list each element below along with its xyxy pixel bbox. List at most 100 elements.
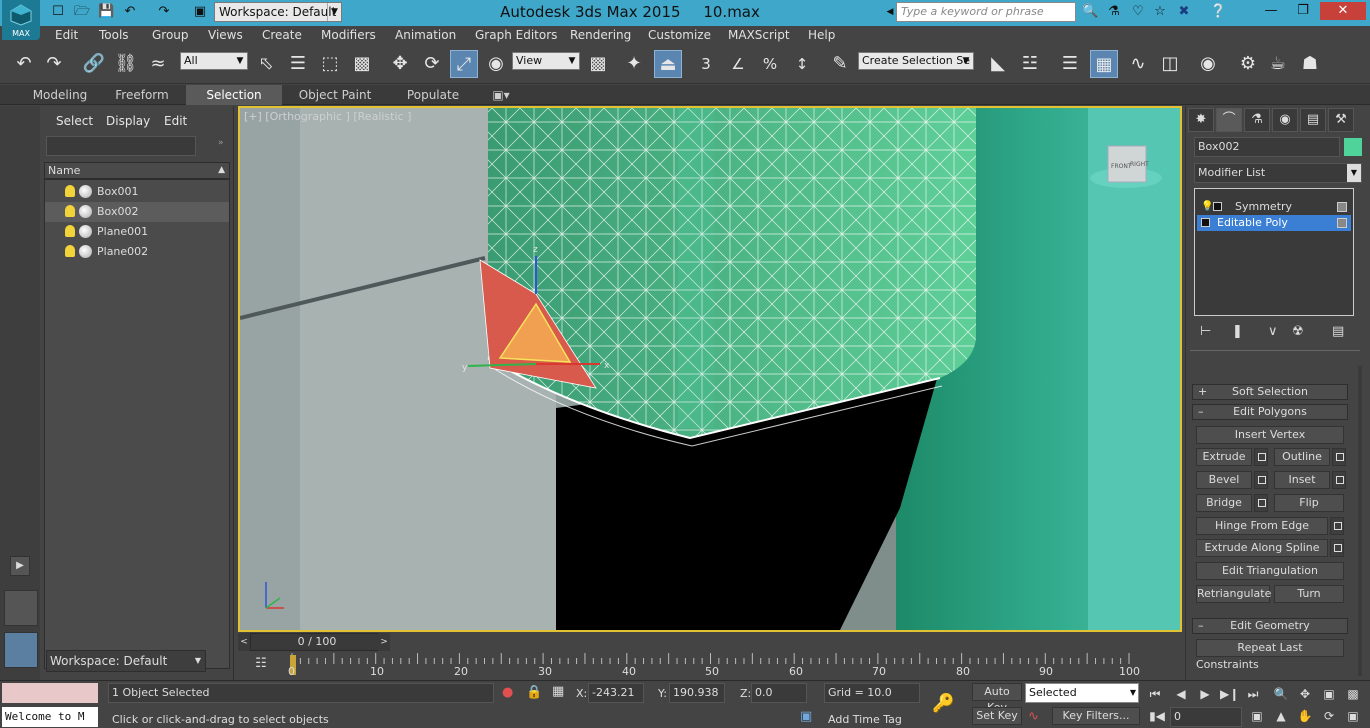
minimize-button[interactable]: — <box>1256 2 1286 20</box>
spinner-snap-icon[interactable]: ↕ <box>788 50 816 78</box>
render-setup-icon[interactable]: ⚙ <box>1234 50 1262 78</box>
pin-stack-icon[interactable]: ⊢ <box>1200 324 1211 339</box>
explorer-search-input[interactable] <box>46 136 196 156</box>
select-and-place-icon[interactable]: ◉ <box>482 50 510 78</box>
menu-modifiers[interactable]: Modifiers <box>321 26 376 44</box>
stack-item-toggle[interactable] <box>1337 218 1347 228</box>
time-next-icon[interactable]: > <box>378 633 390 651</box>
redo-icon[interactable]: ↷ <box>156 4 172 20</box>
extrude-spline-settings-icon[interactable] <box>1330 539 1344 557</box>
orbit-icon[interactable]: ⟳ <box>1320 707 1338 725</box>
light-bulb-icon[interactable] <box>65 205 75 217</box>
list-item[interactable]: Box002 <box>45 202 229 222</box>
list-item[interactable]: Box001 <box>45 182 229 202</box>
maxscript-listener-output[interactable]: Welcome to M <box>2 707 98 727</box>
bind-to-space-warp-icon[interactable]: ≈ <box>144 50 172 78</box>
object-name-field[interactable]: Box002 <box>1194 137 1340 157</box>
isolate-selection-icon[interactable]: ● <box>502 685 513 700</box>
make-unique-icon[interactable]: ∨ <box>1268 324 1278 339</box>
create-tab-icon[interactable]: ✸ <box>1188 108 1214 132</box>
maximize-viewport-icon[interactable]: ▣ <box>1344 707 1362 725</box>
pan-view-icon[interactable]: ✋ <box>1296 707 1314 725</box>
stack-item-symmetry[interactable]: 💡 Symmetry <box>1197 199 1351 215</box>
exchange-icon[interactable]: ✖ <box>1176 4 1192 20</box>
bridge-button[interactable]: Bridge <box>1196 494 1252 512</box>
ribbon-options-icon[interactable]: ▣▾ <box>486 85 516 105</box>
stack-item-toggle[interactable] <box>1337 202 1347 212</box>
favorites-star-icon[interactable]: ☆ <box>1152 4 1168 20</box>
schematic-view-icon[interactable]: ◫ <box>1156 50 1184 78</box>
menu-edit[interactable]: Edit <box>55 26 78 44</box>
time-tag-icon[interactable]: ▣ <box>800 709 812 724</box>
zoom-all-icon[interactable]: ✥ <box>1296 685 1314 703</box>
select-and-scale-icon[interactable]: ⤢ <box>450 50 478 78</box>
tab-freeform[interactable]: Freeform <box>106 85 178 105</box>
visibility-icon[interactable] <box>79 245 92 258</box>
unlink-selection-icon[interactable]: ⛓ <box>112 50 140 78</box>
percent-snap-icon[interactable]: % <box>756 50 784 78</box>
play-icon[interactable]: ▶ <box>1196 685 1214 703</box>
visibility-icon[interactable] <box>79 225 92 238</box>
active-viewport-icon[interactable] <box>4 632 38 668</box>
bevel-settings-icon[interactable] <box>1254 471 1268 489</box>
viewport-label[interactable]: [+] [Orthographic ] [Realistic ] <box>244 110 411 123</box>
light-bulb-icon[interactable]: 💡 <box>1201 199 1213 215</box>
select-and-move-icon[interactable]: ✥ <box>386 50 414 78</box>
select-by-name-icon[interactable]: ☰ <box>284 50 312 78</box>
explorer-workspace-dropdown[interactable]: Workspace: Default ▼ <box>46 650 206 672</box>
select-and-link-icon[interactable]: 🔗 <box>80 50 108 78</box>
named-selection-sets-dropdown[interactable]: Create Selection Se ▼ <box>858 52 974 70</box>
curve-editor-icon[interactable]: ∿ <box>1124 50 1152 78</box>
rollout-soft-selection[interactable]: + Soft Selection <box>1192 384 1348 400</box>
material-editor-icon[interactable]: ◉ <box>1194 50 1222 78</box>
menu-create[interactable]: Create <box>262 26 302 44</box>
modify-tab-icon[interactable]: ⌒ <box>1216 108 1242 132</box>
view-cube[interactable] <box>1086 138 1166 194</box>
inset-button[interactable]: Inset <box>1274 471 1330 489</box>
mirror-icon[interactable]: ◣ <box>984 50 1012 78</box>
flip-button[interactable]: Flip <box>1274 494 1344 512</box>
list-item[interactable]: Plane001 <box>45 222 229 242</box>
visibility-icon[interactable] <box>79 205 92 218</box>
tab-selection[interactable]: Selection <box>186 85 282 105</box>
select-and-rotate-icon[interactable]: ⟳ <box>418 50 446 78</box>
light-bulb-icon[interactable] <box>65 185 75 197</box>
light-bulb-icon[interactable] <box>65 245 75 257</box>
hierarchy-tab-icon[interactable]: ⚗ <box>1244 108 1270 132</box>
hinge-from-edge-button[interactable]: Hinge From Edge <box>1196 517 1328 535</box>
select-object-icon[interactable]: ⬁ <box>252 50 280 78</box>
menu-views[interactable]: Views <box>208 26 243 44</box>
scrollbar[interactable] <box>1358 366 1362 676</box>
repeat-last-button[interactable]: Repeat Last <box>1196 639 1344 657</box>
extrude-settings-icon[interactable] <box>1254 448 1268 466</box>
bevel-button[interactable]: Bevel <box>1196 471 1252 489</box>
menu-group[interactable]: Group <box>152 26 189 44</box>
hinge-settings-icon[interactable] <box>1330 517 1344 535</box>
close-button[interactable]: ✕ <box>1320 2 1366 20</box>
time-prev-icon[interactable]: < <box>238 633 250 651</box>
show-end-result-icon[interactable]: ❚ <box>1232 324 1243 339</box>
align-icon[interactable]: ☳ <box>1016 50 1044 78</box>
selection-lock-icon[interactable]: 🔒 <box>526 685 542 700</box>
maximize-button[interactable]: ❐ <box>1288 2 1318 20</box>
keyboard-shortcut-override-icon[interactable]: ⏏ <box>654 50 682 78</box>
turn-button[interactable]: Turn <box>1274 585 1344 603</box>
auto-key-button[interactable]: Auto Key <box>972 683 1022 714</box>
display-tab-icon[interactable]: ▤ <box>1300 108 1326 132</box>
outline-settings-icon[interactable] <box>1332 448 1346 466</box>
angle-snap-icon[interactable]: ∠ <box>724 50 752 78</box>
manipulate-icon[interactable]: ✦ <box>620 50 648 78</box>
menu-rendering[interactable]: Rendering <box>570 26 631 44</box>
absolute-mode-icon[interactable]: ▦ <box>552 684 564 699</box>
z-coordinate-field[interactable]: 0.0 <box>751 683 807 703</box>
menu-customize[interactable]: Customize <box>648 26 711 44</box>
snaps-toggle-icon[interactable]: 3 <box>692 50 720 78</box>
menu-animation[interactable]: Animation <box>395 26 456 44</box>
x-coordinate-field[interactable]: -243.21 <box>588 683 644 703</box>
outline-button[interactable]: Outline <box>1274 448 1330 466</box>
remove-modifier-icon[interactable]: ☢ <box>1292 324 1304 339</box>
zoom-icon[interactable]: 🔍 <box>1272 685 1290 703</box>
rollout-edit-geometry[interactable]: – Edit Geometry <box>1192 618 1348 634</box>
zoom-extents-icon[interactable]: ▣ <box>1320 685 1338 703</box>
inset-settings-icon[interactable] <box>1332 471 1346 489</box>
